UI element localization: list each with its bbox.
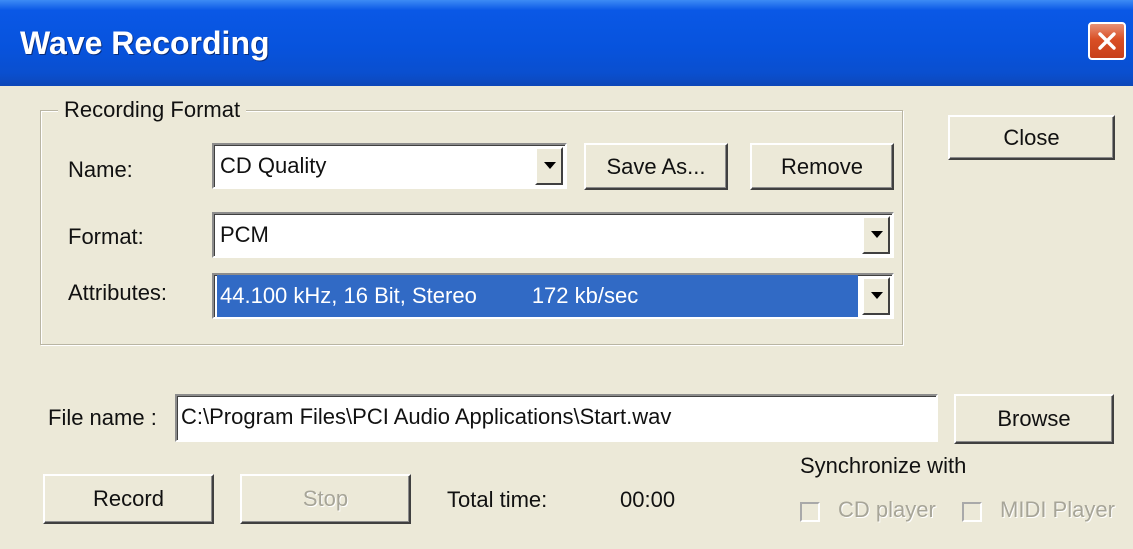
cd-player-label: CD player — [838, 497, 936, 522]
format-dropdown-arrow[interactable] — [862, 216, 890, 254]
window-title: Wave Recording — [20, 25, 270, 61]
chevron-down-icon — [871, 292, 883, 299]
format-dropdown-value: PCM — [220, 222, 269, 247]
record-button[interactable]: Record — [43, 474, 214, 524]
total-time-label: Total time: — [447, 487, 548, 512]
file-name-input[interactable]: C:\Program Files\PCI Audio Applications\… — [175, 394, 938, 442]
window-close-button[interactable] — [1088, 22, 1126, 60]
close-button[interactable]: Close — [948, 115, 1115, 160]
midi-player-label: MIDI Player — [1000, 497, 1115, 522]
recording-format-legend: Recording Format — [58, 96, 247, 124]
save-as-button[interactable]: Save As... — [584, 143, 728, 190]
name-label: Name: — [68, 157, 133, 182]
name-dropdown[interactable]: CD Quality — [212, 143, 567, 189]
midi-player-checkbox[interactable] — [962, 502, 982, 522]
total-time-value: 00:00 — [620, 487, 676, 512]
format-dropdown[interactable]: PCM — [212, 212, 894, 258]
browse-button[interactable]: Browse — [954, 394, 1114, 444]
cd-player-checkbox[interactable] — [800, 502, 820, 522]
name-dropdown-arrow[interactable] — [535, 147, 563, 185]
file-name-label: File name : — [48, 405, 157, 430]
attributes-dropdown-value: 44.100 kHz, 16 Bit, Stereo 172 kb/sec — [217, 275, 858, 317]
attributes-dropdown[interactable]: 44.100 kHz, 16 Bit, Stereo 172 kb/sec — [212, 273, 894, 319]
name-dropdown-value: CD Quality — [220, 153, 327, 178]
format-label: Format: — [68, 224, 144, 249]
attributes-dropdown-arrow[interactable] — [862, 277, 890, 315]
stop-button[interactable]: Stop — [240, 474, 411, 524]
synchronize-with-label: Synchronize with — [800, 453, 967, 478]
close-icon — [1098, 32, 1116, 50]
title-bar[interactable]: Wave Recording — [0, 0, 1133, 86]
remove-button[interactable]: Remove — [750, 143, 894, 190]
attributes-label: Attributes: — [68, 280, 168, 305]
chevron-down-icon — [871, 231, 883, 238]
chevron-down-icon — [544, 162, 556, 169]
